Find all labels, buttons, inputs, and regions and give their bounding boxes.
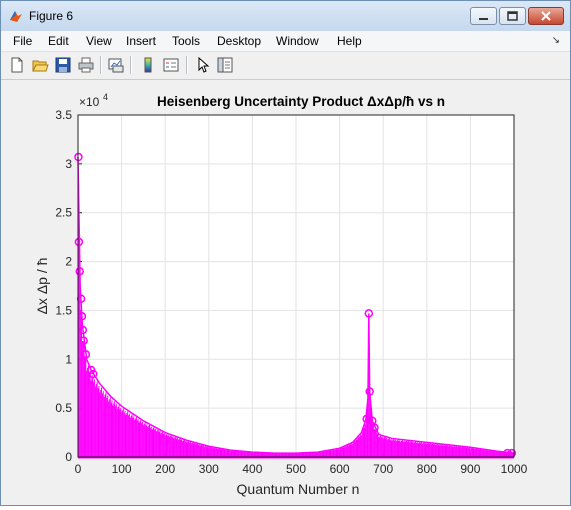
x-tick-label: 900: [460, 462, 480, 476]
toolbar-separator: [186, 56, 188, 74]
menu-help[interactable]: Help: [337, 34, 362, 48]
toolbar: [1, 52, 570, 80]
insert-colorbar-icon[interactable]: [139, 56, 157, 74]
edit-plot-pointer-icon[interactable]: [194, 56, 212, 74]
minimize-button[interactable]: [470, 7, 497, 25]
menu-window[interactable]: Window: [276, 34, 319, 48]
open-file-icon[interactable]: [31, 56, 49, 74]
x-tick-label: 400: [242, 462, 262, 476]
y-axis-label: Δx Δp / ħ: [34, 258, 50, 315]
x-axis-label: Quantum Number n: [237, 481, 360, 497]
x-tick-label: 500: [286, 462, 306, 476]
menu-edit[interactable]: Edit: [48, 34, 69, 48]
figure-canvas: 0 100 200 300 400 500 600 700 800 900 1000 0 0.5 1 1.5…: [1, 80, 570, 505]
window-title: Figure 6: [29, 9, 74, 23]
close-icon: [541, 11, 551, 21]
menu-view[interactable]: View: [86, 34, 112, 48]
menu-desktop[interactable]: Desktop: [217, 34, 261, 48]
x-tick-label: 600: [330, 462, 350, 476]
toolbar-separator: [130, 56, 132, 74]
menu-insert[interactable]: Insert: [126, 34, 156, 48]
x-tick-label: 0: [75, 462, 82, 476]
y-tick-label: 0.5: [55, 401, 72, 415]
minimize-icon: [479, 18, 488, 20]
x-tick-label: 300: [199, 462, 219, 476]
title-bar[interactable]: Figure 6: [1, 1, 570, 31]
maximize-button[interactable]: [499, 7, 526, 25]
new-figure-icon[interactable]: [8, 56, 26, 74]
show-plot-tools-icon[interactable]: [216, 56, 234, 74]
x-tick-label: 100: [112, 462, 132, 476]
y-exponent-power: 4: [103, 92, 108, 102]
menu-bar: File Edit View Insert Tools Desktop Wind…: [1, 31, 570, 52]
y-tick-label: 2.5: [55, 206, 72, 220]
maximize-icon: [507, 11, 518, 21]
matlab-logo-icon: [10, 11, 22, 22]
plot-svg: 0 100 200 300 400 500 600 700 800 900 1000 0 0.5 1 1.5…: [34, 92, 528, 497]
y-tick-label: 1: [65, 352, 72, 366]
print-icon[interactable]: [77, 56, 95, 74]
y-tick-label: 2: [65, 255, 72, 269]
menu-file[interactable]: File: [13, 34, 32, 48]
insert-legend-icon[interactable]: [162, 56, 180, 74]
x-tick-label: 200: [155, 462, 175, 476]
x-tick-label: 800: [417, 462, 437, 476]
y-tick-label: 3: [65, 157, 72, 171]
y-exponent-label: ×10: [79, 95, 100, 109]
menu-dock-arrow-icon[interactable]: ↘: [552, 35, 560, 46]
toolbar-separator: [100, 56, 102, 74]
menu-tools[interactable]: Tools: [172, 34, 200, 48]
y-tick-label: 1.5: [55, 303, 72, 317]
chart-title: Heisenberg Uncertainty Product ΔxΔp/ħ vs…: [157, 94, 445, 109]
link-plot-icon[interactable]: [107, 56, 125, 74]
close-button[interactable]: [528, 7, 564, 25]
figure-window: Figure 6 File Edit View Insert Tools Des…: [0, 0, 571, 506]
y-tick-label: 0: [65, 450, 72, 464]
x-tick-label: 700: [373, 462, 393, 476]
y-tick-label: 3.5: [55, 108, 72, 122]
save-icon[interactable]: [54, 56, 72, 74]
x-tick-label: 1000: [501, 462, 528, 476]
